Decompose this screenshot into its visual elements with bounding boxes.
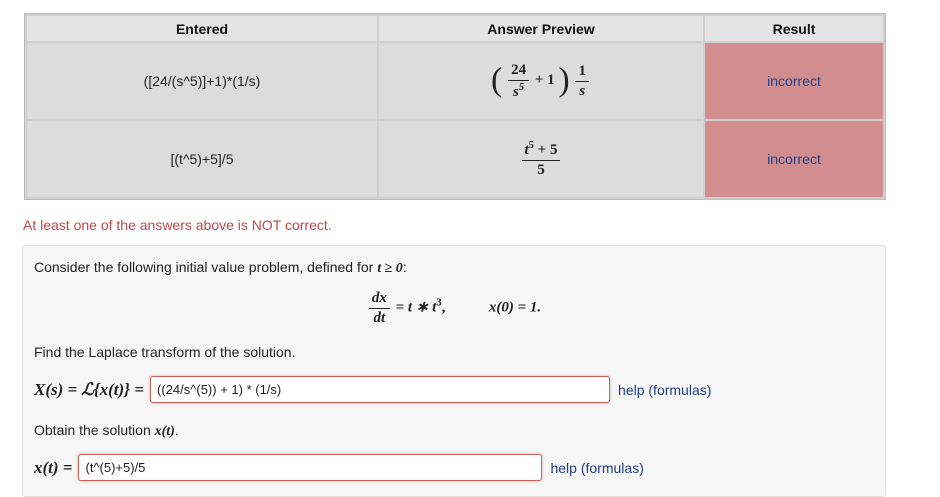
help-formulas-link[interactable]: help (formulas) [618, 382, 711, 398]
answer-preview-cell: t5 + 5 5 [379, 121, 703, 197]
results-header-row: Entered Answer Preview Result [27, 16, 883, 41]
solution-answer-input[interactable] [78, 454, 543, 481]
answer-preview-math: t5 + 5 5 [520, 140, 563, 178]
laplace-answer-input[interactable] [150, 376, 611, 403]
warning-message: At least one of the answers above is NOT… [23, 217, 332, 233]
part2-label: x(t) = [34, 457, 73, 477]
header-entered: Entered [27, 16, 377, 41]
header-answer-preview: Answer Preview [379, 16, 703, 41]
entered-cell: ([24/(s^5)]+1)*(1/s) [27, 43, 377, 119]
answer-preview-cell: ( 24 s5 + 1 ) 1 s [379, 43, 703, 119]
problem-panel: Consider the following initial value pro… [22, 245, 886, 497]
derivative-fraction: dx dt [368, 290, 390, 326]
part2-prompt: Obtain the solution x(t). [34, 422, 179, 439]
part1-label: X(s) = ℒ{x(t)} = [34, 379, 145, 399]
part2-answer-row: x(t) = help (formulas) [34, 454, 644, 481]
preview-plus-one: + 1 [534, 72, 555, 89]
initial-condition: x(0) = 1. [488, 299, 542, 316]
part1-answer-row: X(s) = ℒ{x(t)} = help (formulas) [34, 376, 711, 403]
preview-numerator: 24 [508, 62, 530, 81]
result-status-cell: incorrect [705, 121, 883, 197]
ode-equation: dx dt = t ∗ t3, x(0) = 1. [23, 290, 885, 326]
header-result: Result [705, 16, 883, 41]
result-status-cell: incorrect [705, 43, 883, 119]
results-table: Entered Answer Preview Result ([24/(s^5)… [24, 13, 886, 200]
table-row: ([24/(s^5)]+1)*(1/s) ( 24 s5 + 1 ) 1 s i… [27, 43, 883, 119]
help-formulas-link[interactable]: help (formulas) [550, 460, 643, 476]
answer-preview-math: ( 24 s5 + 1 ) 1 s [491, 62, 591, 100]
problem-intro: Consider the following initial value pro… [34, 259, 407, 276]
part1-prompt: Find the Laplace transform of the soluti… [34, 344, 296, 360]
table-row: [(t^5)+5]/5 t5 + 5 5 incorrect [27, 121, 883, 197]
entered-cell: [(t^5)+5]/5 [27, 121, 377, 197]
